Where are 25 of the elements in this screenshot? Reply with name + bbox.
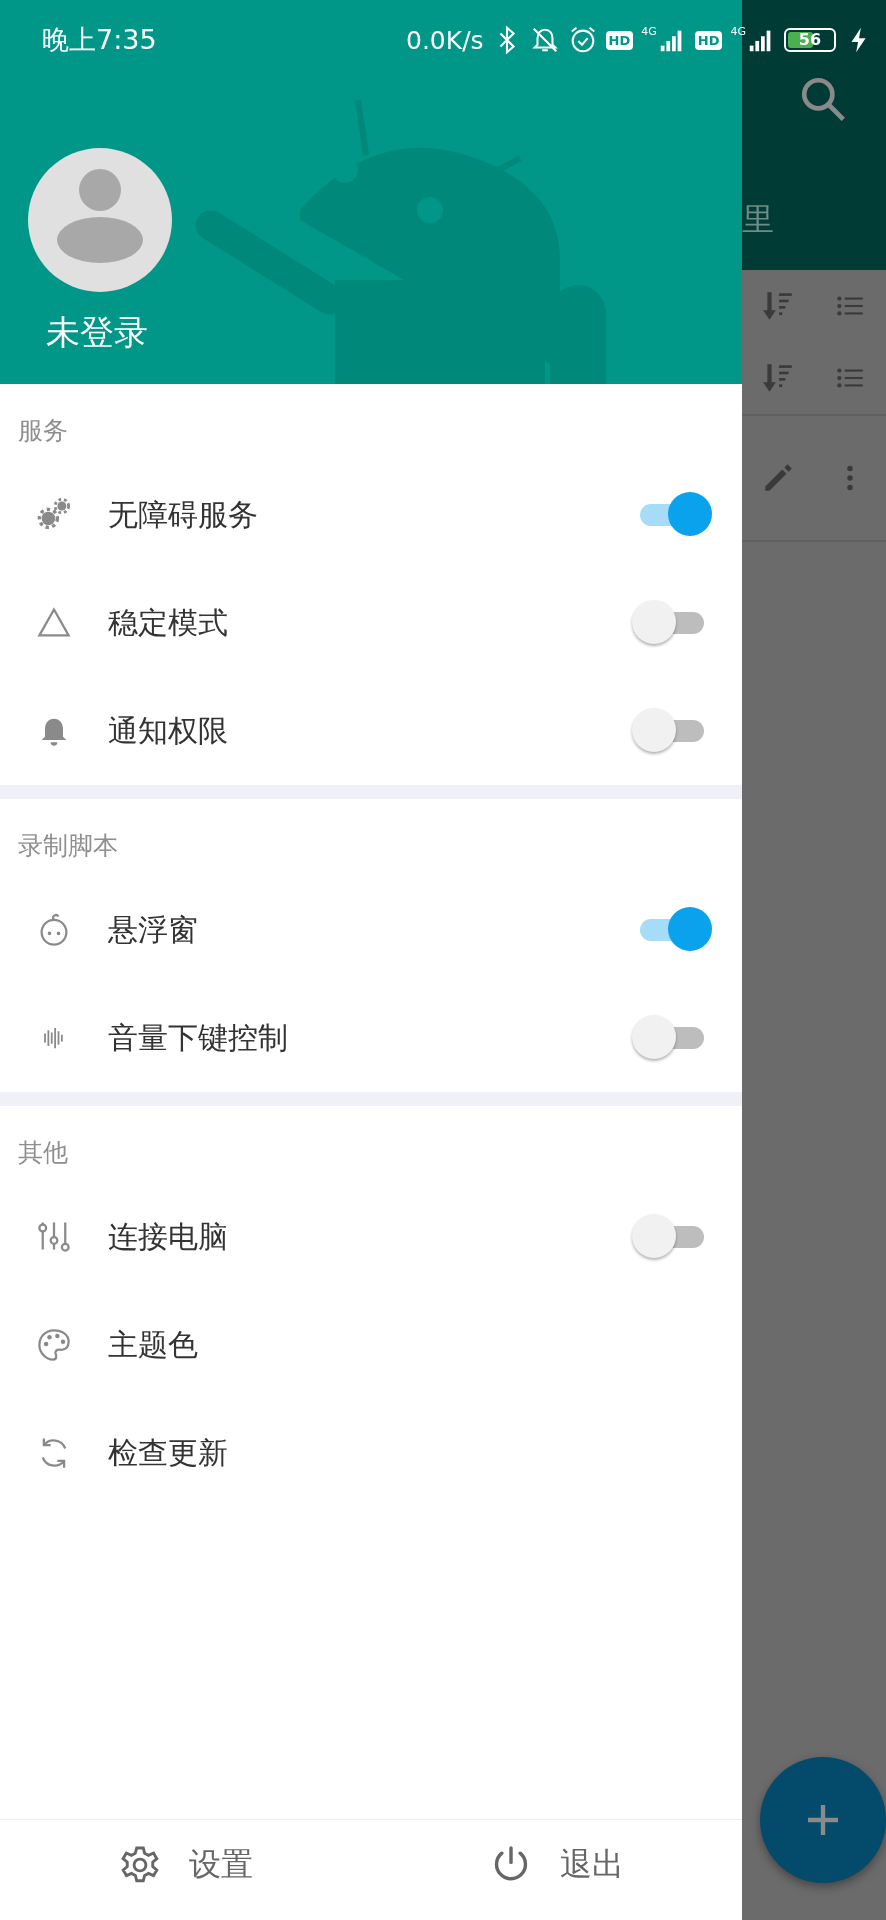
menu-item[interactable]: 无障碍服务 (108, 494, 632, 536)
network-type: 4G (730, 25, 746, 38)
section-title: 其他 (17, 1137, 69, 1169)
menu-item[interactable]: 稳定模式 (108, 602, 632, 644)
avatar-icon[interactable] (28, 148, 172, 292)
exit-button[interactable]: 退出 (371, 1820, 742, 1910)
menu-item[interactable]: 音量下键控制 (108, 1017, 632, 1059)
bell-off-icon (529, 25, 560, 55)
section-title: 服务 (17, 415, 69, 447)
app-title: 里 (742, 199, 774, 240)
user-name: 未登录 (46, 311, 149, 354)
network-speed: 0.0K/s (406, 25, 484, 55)
section-title: 录制脚本 (17, 830, 119, 862)
menu-item[interactable]: 检查更新 (108, 1432, 712, 1474)
menu-item[interactable]: 主题色 (108, 1324, 712, 1366)
menu-item[interactable]: 通知权限 (108, 710, 632, 752)
sort-icon[interactable] (761, 289, 795, 323)
palette-icon (36, 1327, 72, 1363)
menu-item[interactable]: 悬浮窗 (108, 909, 632, 951)
menu-item[interactable]: 连接电脑 (108, 1216, 632, 1258)
settings-button[interactable]: 设置 (0, 1820, 371, 1910)
network-type: 4G (641, 25, 657, 38)
sliders-icon (36, 1219, 72, 1255)
status-time: 晚上7:35 (42, 23, 157, 57)
sort-icon[interactable] (761, 361, 795, 395)
